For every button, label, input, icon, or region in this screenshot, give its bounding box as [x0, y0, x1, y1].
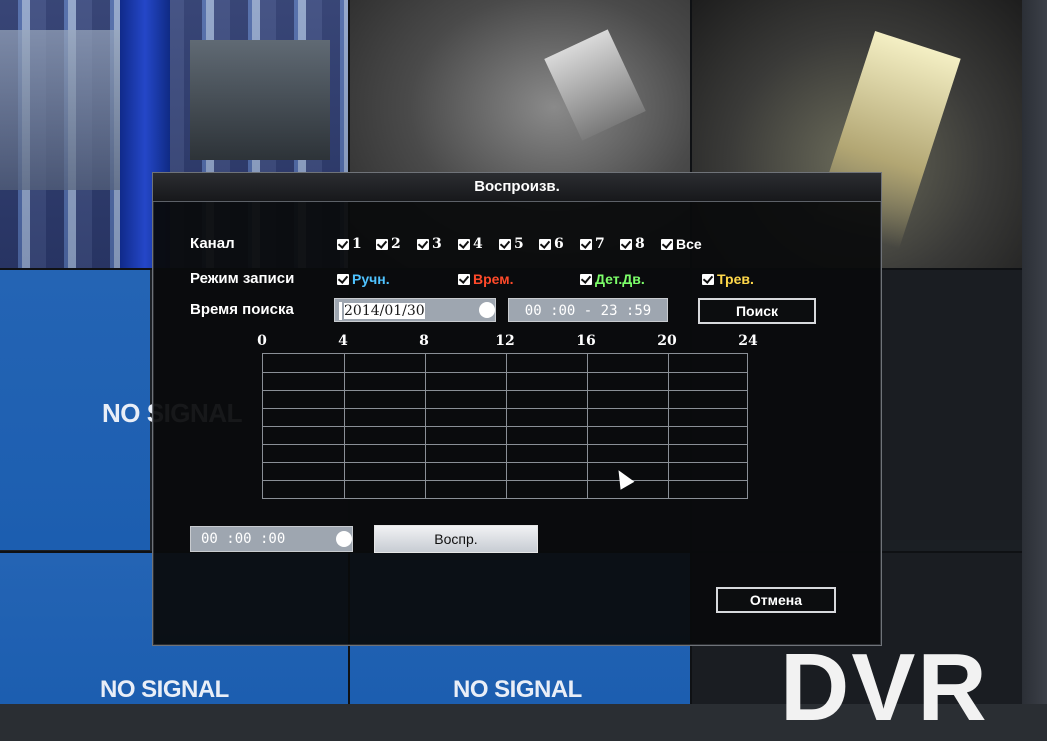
timeline-hour-tick: 4	[338, 333, 348, 349]
monitor-bezel	[1022, 0, 1047, 704]
channel-checkbox-4[interactable]: 4	[458, 236, 483, 252]
channel-number: 7	[595, 236, 605, 252]
checkbox-check-icon	[499, 238, 511, 250]
record-mode-schedule-checkbox[interactable]: Врем.	[458, 271, 514, 287]
timeline-column-line	[506, 354, 507, 498]
channel-number: 3	[432, 236, 442, 252]
checkbox-check-icon	[458, 238, 470, 250]
record-mode-motion-checkbox[interactable]: Дет.Дв.	[580, 271, 645, 287]
camera-scene	[544, 29, 646, 141]
checkbox-check-icon	[417, 238, 429, 250]
playback-time-toggle-icon[interactable]	[336, 531, 352, 547]
timeline-hour-tick: 12	[495, 333, 515, 349]
record-mode-manual-checkbox[interactable]: Ручн.	[337, 271, 390, 287]
playback-start-time-field[interactable]: 00 :00 :00	[190, 526, 353, 552]
timeline-row-line	[263, 480, 747, 481]
channel-number: 5	[514, 236, 524, 252]
channel-label: Канал	[190, 235, 235, 252]
camera-scene	[0, 30, 120, 190]
timeline-column-line	[425, 354, 426, 498]
timeline-hour-tick: 8	[419, 333, 429, 349]
date-picker-toggle-icon[interactable]	[479, 302, 495, 318]
search-date-field[interactable]: 2014/01/30	[334, 298, 496, 322]
checkbox-check-icon	[580, 238, 592, 250]
timeline-row-line	[263, 462, 747, 463]
channel-number: 6	[554, 236, 564, 252]
timeline-hour-tick: 20	[657, 333, 677, 349]
timeline-column-line	[344, 354, 345, 498]
dvr-logo: DVR	[780, 634, 989, 741]
channel-checkbox-2[interactable]: 2	[376, 236, 401, 252]
timeline-row-line	[263, 426, 747, 427]
checkbox-check-icon	[376, 238, 388, 250]
channel-checkbox-3[interactable]: 3	[417, 236, 442, 252]
dialog-title: Воспроизв.	[153, 173, 881, 202]
search-time-label: Время поиска	[190, 301, 294, 318]
checkbox-check-icon	[539, 238, 551, 250]
timeline-row-line	[263, 408, 747, 409]
record-mode-manual-label: Ручн.	[352, 271, 390, 287]
channel-checkbox-5[interactable]: 5	[499, 236, 524, 252]
camera-scene	[190, 40, 330, 160]
channel-checkbox-1[interactable]: 1	[337, 236, 362, 252]
record-mode-motion-label: Дет.Дв.	[595, 271, 645, 287]
recording-timeline-grid[interactable]	[262, 353, 748, 499]
channel-checkbox-8[interactable]: 8	[620, 236, 645, 252]
record-mode-schedule-label: Врем.	[473, 271, 514, 287]
search-button[interactable]: Поиск	[698, 298, 816, 324]
timeline-row-line	[263, 390, 747, 391]
text-cursor	[339, 302, 342, 320]
channel-checkbox-all[interactable]: Все	[661, 236, 702, 252]
channel-number: 2	[391, 236, 401, 252]
timeline-row-line	[263, 372, 747, 373]
channel-checkbox-7[interactable]: 7	[580, 236, 605, 252]
playback-dialog: Воспроизв. Канал 1 2 3 4 5 6 7 8 Все Реж…	[152, 172, 882, 646]
checkbox-check-icon	[337, 238, 349, 250]
checkbox-check-icon	[620, 238, 632, 250]
record-mode-alarm-label: Трев.	[717, 271, 754, 287]
channel-number: 4	[473, 236, 483, 252]
timeline-hour-tick: 0	[257, 333, 267, 349]
search-date-value: 2014/01/30	[344, 303, 425, 319]
channel-checkbox-6[interactable]: 6	[539, 236, 564, 252]
checkbox-check-icon	[661, 238, 673, 250]
timeline-hour-tick: 16	[576, 333, 596, 349]
checkbox-check-icon	[580, 273, 592, 285]
checkbox-check-icon	[458, 273, 470, 285]
record-mode-alarm-checkbox[interactable]: Трев.	[702, 271, 754, 287]
channel-all-label: Все	[676, 236, 702, 252]
timeline-hour-tick: 24	[738, 333, 758, 349]
record-mode-label: Режим записи	[190, 270, 295, 287]
timeline-column-line	[668, 354, 669, 498]
no-signal-label: NO SIGNAL	[100, 676, 229, 703]
channel-number: 8	[635, 236, 645, 252]
channel-number: 1	[352, 236, 362, 252]
search-time-range-field[interactable]: 00 :00 - 23 :59	[508, 298, 668, 322]
no-signal-label: NO SIGNAL	[453, 676, 582, 703]
checkbox-check-icon	[702, 273, 714, 285]
camera-view-7[interactable]	[880, 270, 1022, 540]
timeline-column-line	[587, 354, 588, 498]
cancel-button[interactable]: Отмена	[716, 587, 836, 613]
timeline-row-line	[263, 444, 747, 445]
play-button[interactable]: Воспр.	[374, 525, 538, 553]
checkbox-check-icon	[337, 273, 349, 285]
